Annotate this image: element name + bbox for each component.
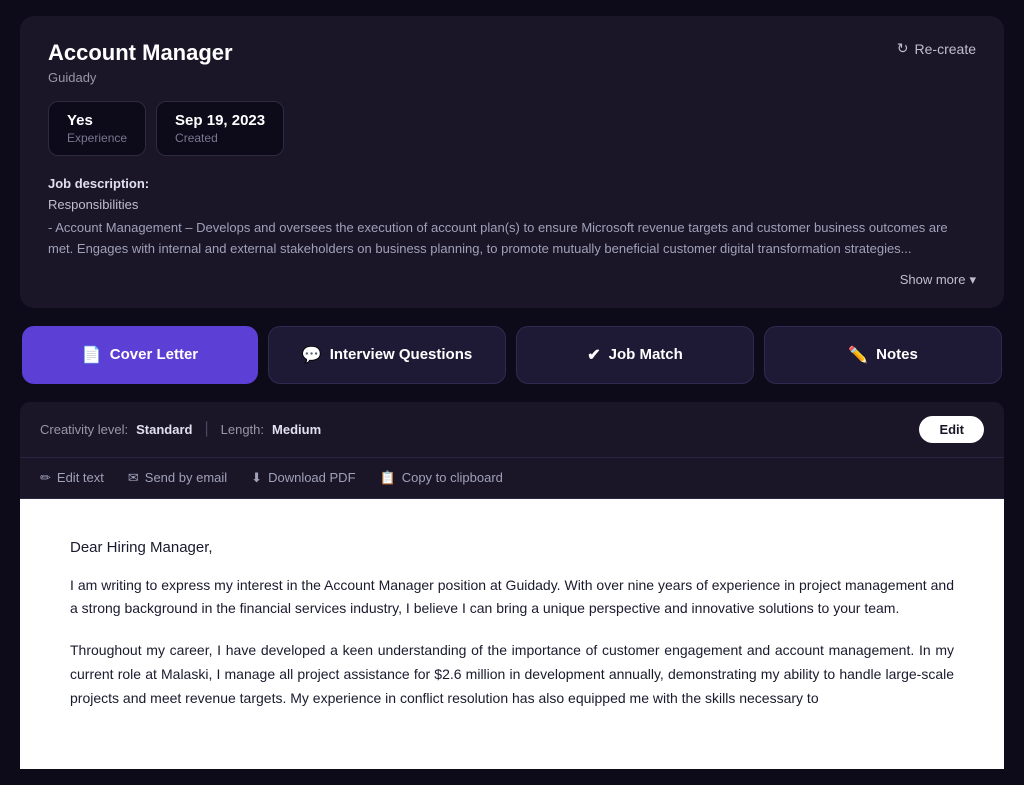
experience-label: Experience: [67, 131, 127, 145]
creativity-label: Creativity level:: [40, 422, 128, 437]
re-create-button[interactable]: ↻ Re-create: [897, 40, 976, 57]
created-label: Created: [175, 131, 265, 145]
re-create-icon: ↻: [897, 40, 909, 57]
cover-letter-label: Cover Letter: [110, 346, 198, 363]
creativity-value: Standard: [136, 422, 192, 437]
re-create-label: Re-create: [915, 41, 976, 57]
notes-button[interactable]: ✏️ Notes: [764, 326, 1002, 384]
interview-questions-icon: 💬: [302, 345, 322, 365]
cover-letter-icon: 📄: [82, 345, 102, 365]
edit-button[interactable]: Edit: [919, 416, 984, 443]
edit-text-icon: ✏: [40, 470, 51, 486]
job-description-text: - Account Management – Develops and over…: [48, 218, 976, 260]
cover-letter-button[interactable]: 📄 Cover Letter: [22, 326, 258, 384]
job-description-section-label: Responsibilities: [48, 197, 976, 212]
show-more-label: Show more: [900, 272, 966, 287]
show-more-button[interactable]: Show more ▾: [900, 272, 976, 288]
job-match-button[interactable]: ✔ Job Match: [516, 326, 754, 384]
send-by-email-label: Send by email: [145, 470, 227, 485]
notes-icon: ✏️: [848, 345, 868, 365]
job-title: Account Manager: [48, 40, 233, 66]
created-badge: Sep 19, 2023 Created: [156, 101, 284, 156]
notes-label: Notes: [876, 346, 918, 363]
settings-separator: |: [204, 420, 208, 438]
edit-text-button[interactable]: ✏ Edit text: [40, 470, 104, 486]
job-description-label: Job description:: [48, 176, 976, 191]
job-match-label: Job Match: [609, 346, 683, 363]
chevron-down-icon: ▾: [969, 272, 976, 288]
length-label: Length:: [221, 422, 264, 437]
meta-badges: Yes Experience Sep 19, 2023 Created: [48, 101, 976, 156]
interview-questions-label: Interview Questions: [330, 346, 473, 363]
company-name: Guidady: [48, 70, 976, 85]
download-pdf-label: Download PDF: [268, 470, 355, 485]
show-more-row: Show more ▾: [48, 272, 976, 288]
download-pdf-button[interactable]: ⬇ Download PDF: [251, 470, 355, 486]
letter-salutation: Dear Hiring Manager,: [70, 539, 954, 556]
copy-to-clipboard-button[interactable]: 📋 Copy to clipboard: [380, 470, 503, 486]
main-container: Account Manager ↻ Re-create Guidady Yes …: [0, 0, 1024, 785]
interview-questions-button[interactable]: 💬 Interview Questions: [268, 326, 506, 384]
settings-bar: Creativity level: Standard | Length: Med…: [20, 402, 1004, 458]
action-buttons-row: 📄 Cover Letter 💬 Interview Questions ✔ J…: [20, 326, 1004, 384]
download-icon: ⬇: [251, 470, 262, 486]
experience-badge: Yes Experience: [48, 101, 146, 156]
letter-paragraph-2: Throughout my career, I have developed a…: [70, 639, 954, 710]
letter-paragraph-1: I am writing to express my interest in t…: [70, 574, 954, 622]
copy-to-clipboard-label: Copy to clipboard: [402, 470, 503, 485]
job-match-icon: ✔: [587, 345, 600, 365]
job-card-header: Account Manager ↻ Re-create: [48, 40, 976, 66]
experience-value: Yes: [67, 112, 127, 129]
edit-text-label: Edit text: [57, 470, 104, 485]
letter-content: Dear Hiring Manager, I am writing to exp…: [20, 499, 1004, 769]
email-icon: ✉: [128, 470, 139, 486]
send-by-email-button[interactable]: ✉ Send by email: [128, 470, 227, 486]
clipboard-icon: 📋: [380, 470, 396, 486]
job-card: Account Manager ↻ Re-create Guidady Yes …: [20, 16, 1004, 308]
length-value: Medium: [272, 422, 321, 437]
toolbar: ✏ Edit text ✉ Send by email ⬇ Download P…: [20, 458, 1004, 499]
created-value: Sep 19, 2023: [175, 112, 265, 129]
